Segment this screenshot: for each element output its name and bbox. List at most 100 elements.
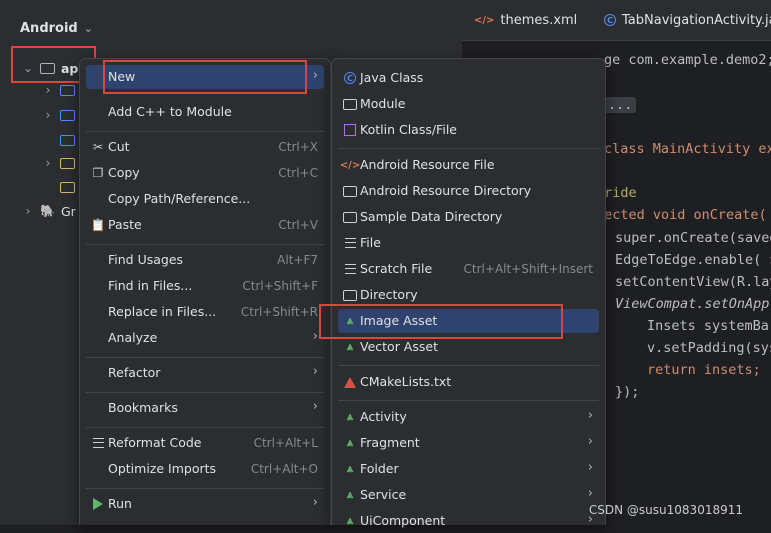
code-line: ViewCompat.setOnAppl <box>615 296 771 312</box>
menu-item-folder[interactable]: ⩓ Folder › <box>338 457 599 481</box>
code-line: tected void onCreate( <box>596 207 767 223</box>
tree-item-gradle[interactable]: › 🐘 Gr <box>22 201 76 221</box>
menu-item-label: Directory <box>360 287 418 302</box>
menu-item-sample-data-directory[interactable]: Sample Data Directory <box>338 205 599 229</box>
menu-item-activity[interactable]: ⩓ Activity › <box>338 405 599 429</box>
tree-item-label: ap <box>61 60 79 76</box>
chevron-right-icon: › <box>45 108 51 122</box>
menu-item-label: Sample Data Directory <box>360 209 503 224</box>
new-submenu: C Java Class Module Kotlin Class/File </… <box>331 58 606 528</box>
menu-item-service[interactable]: ⩓ Service › <box>338 483 599 507</box>
menu-item-new[interactable]: New › <box>86 65 324 89</box>
menu-separator <box>86 427 324 428</box>
scissors-icon: ✂ <box>92 140 104 154</box>
tree-item[interactable]: › <box>42 153 75 173</box>
menu-item-module[interactable]: Module <box>338 92 599 116</box>
tab-label: themes.xml <box>500 12 578 28</box>
menu-item-label: Vector Asset <box>360 339 438 354</box>
code-line: class MainActivity ex <box>604 141 771 157</box>
project-context-menu: New › Add C++ to Module ✂ Cut Ctrl+X ❐ C… <box>79 58 331 525</box>
menu-item-scratch-file[interactable]: Scratch File Ctrl+Alt+Shift+Insert <box>338 257 599 281</box>
menu-item-find-in-files[interactable]: Find in Files... Ctrl+Shift+F <box>86 274 324 298</box>
menu-item-uicomponent[interactable]: ⩓ UiComponent › <box>338 509 599 533</box>
folder-icon <box>60 84 75 96</box>
tree-item[interactable] <box>60 177 75 197</box>
editor-tabs: </> themes.xml C TabNavigationActivity.j… <box>462 0 771 41</box>
menu-item-vector-asset[interactable]: ⩓ Vector Asset <box>338 335 599 359</box>
tree-item[interactable]: › <box>42 105 75 125</box>
code-line: super.onCreate(saved <box>615 230 771 246</box>
menu-item-shortcut: Ctrl+C <box>278 166 318 180</box>
code-line: EdgeToEdge.enable( $ <box>615 252 771 268</box>
menu-item-label: Fragment <box>360 435 420 450</box>
menu-separator <box>86 131 324 132</box>
copy-icon: ❐ <box>92 166 104 180</box>
menu-item-shortcut: Ctrl+Alt+L <box>253 436 318 450</box>
menu-item-replace-in-files[interactable]: Replace in Files... Ctrl+Shift+R <box>86 300 324 324</box>
menu-item-shortcut: Ctrl+Alt+Shift+Insert <box>463 262 593 276</box>
menu-separator <box>338 400 599 401</box>
menu-item-shortcut: Ctrl+X <box>278 140 318 154</box>
menu-item-label: Module <box>360 96 406 111</box>
menu-item-label: UiComponent <box>360 513 446 528</box>
tree-item[interactable]: › <box>42 80 75 100</box>
tree-item[interactable] <box>60 130 75 150</box>
menu-item-paste[interactable]: 📋 Paste Ctrl+V <box>86 213 324 237</box>
project-view-selector[interactable]: Android ⌄ <box>20 21 93 36</box>
menu-item-find-usages[interactable]: Find Usages Alt+F7 <box>86 248 324 272</box>
menu-item-label: Run <box>108 496 132 511</box>
xml-file-icon: </> <box>474 14 495 26</box>
menu-item-cmakelists[interactable]: CMakeLists.txt <box>338 370 599 394</box>
menu-item-analyze[interactable]: Analyze › <box>86 326 324 350</box>
tab-tab-navigation-activity[interactable]: C TabNavigationActivity.java <box>604 0 771 40</box>
menu-item-directory[interactable]: Directory <box>338 283 599 307</box>
menu-item-label: Reformat Code <box>108 435 202 450</box>
chevron-right-icon: › <box>45 83 51 97</box>
folder-icon <box>60 109 75 121</box>
menu-item-fragment[interactable]: ⩓ Fragment › <box>338 431 599 455</box>
menu-item-android-resource-file[interactable]: </> Android Resource File <box>338 153 599 177</box>
menu-item-copy[interactable]: ❐ Copy Ctrl+C <box>86 161 324 185</box>
java-class-icon: C <box>604 14 616 26</box>
tab-label: TabNavigationActivity.java <box>622 12 771 28</box>
menu-item-label: Copy <box>108 165 140 180</box>
run-icon <box>90 496 106 512</box>
menu-item-bookmarks[interactable]: Bookmarks › <box>86 396 324 420</box>
menu-item-java-class[interactable]: C Java Class <box>338 66 599 90</box>
code-line: return insets; <box>647 362 761 378</box>
menu-item-reformat-code[interactable]: Reformat Code Ctrl+Alt+L <box>86 431 324 455</box>
menu-item-file[interactable]: File <box>338 231 599 255</box>
tree-item-label: Gr <box>60 203 76 219</box>
code-line: Insets systemBar <box>647 318 771 334</box>
menu-item-image-asset[interactable]: ⩓ Image Asset <box>338 309 599 333</box>
menu-item-label: Optimize Imports <box>108 461 217 476</box>
menu-item-add-cpp[interactable]: Add C++ to Module <box>86 100 324 124</box>
gradle-icon: 🐘 <box>40 204 55 218</box>
menu-item-android-resource-directory[interactable]: Android Resource Directory <box>338 179 599 203</box>
fold-placeholder[interactable]: ... <box>604 97 637 113</box>
cmake-icon <box>342 374 358 390</box>
tab-themes-xml[interactable]: </> themes.xml <box>474 0 577 40</box>
code-line: ... <box>604 97 637 113</box>
project-view-title: Android <box>20 21 78 36</box>
menu-item-label: Copy Path/Reference... <box>108 191 251 206</box>
menu-item-cut[interactable]: ✂ Cut Ctrl+X <box>86 135 324 159</box>
menu-item-copy-path[interactable]: Copy Path/Reference... <box>86 187 324 211</box>
chevron-down-icon: ⌄ <box>83 22 93 35</box>
menu-item-label: Kotlin Class/File <box>360 122 457 137</box>
menu-separator <box>338 148 599 149</box>
menu-item-shortcut: Ctrl+Shift+F <box>242 279 318 293</box>
menu-item-run[interactable]: Run › <box>86 492 324 516</box>
menu-item-kotlin-class[interactable]: Kotlin Class/File <box>338 118 599 142</box>
android-icon: ⩓ <box>346 410 354 423</box>
folder-icon <box>60 134 75 146</box>
menu-item-label: Add C++ to Module <box>108 104 232 119</box>
folder-icon <box>342 287 358 303</box>
code-line: setContentView(R.lay <box>615 274 771 290</box>
tree-item-app[interactable]: ⌄ ap <box>22 58 78 78</box>
menu-item-refactor[interactable]: Refactor › <box>86 361 324 385</box>
menu-item-optimize-imports[interactable]: Optimize Imports Ctrl+Alt+O <box>86 457 324 481</box>
android-icon: ⩓ <box>346 514 354 527</box>
android-icon: ⩓ <box>346 436 354 449</box>
menu-separator <box>86 244 324 245</box>
